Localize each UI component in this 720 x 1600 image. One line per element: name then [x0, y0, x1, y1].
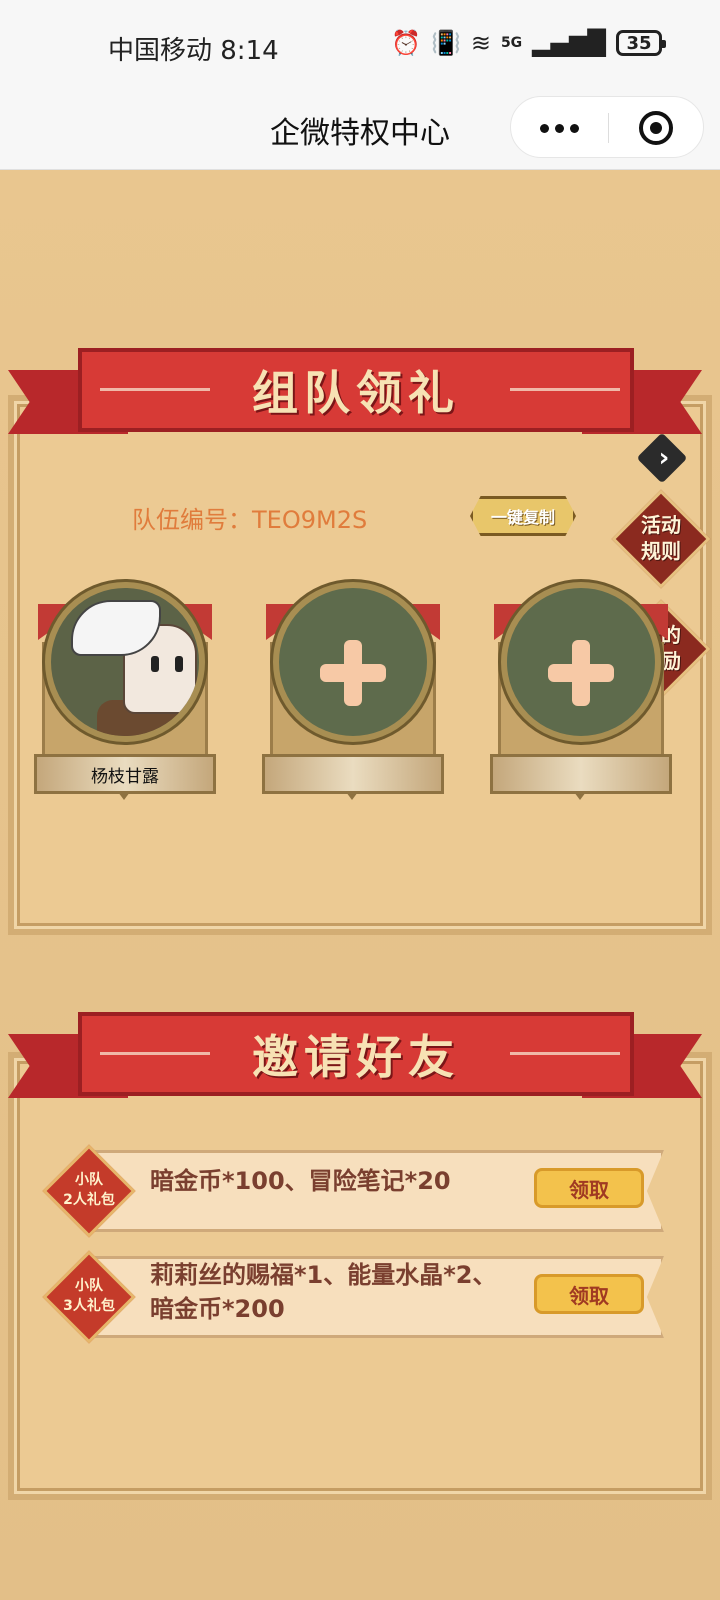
reward-description-line-2: 暗金币*200	[150, 1295, 285, 1323]
badge-line-2: 2人礼包	[63, 1192, 115, 1208]
ribbon-deco-left	[100, 388, 210, 391]
reward-row-2-person: 小队 2人礼包 暗金币*100、冒险笔记*20 领取	[42, 1142, 664, 1238]
avatar	[45, 582, 205, 742]
reward-badge: 小队 3人礼包	[42, 1250, 136, 1344]
team-title-ribbon: 组队领礼	[0, 348, 720, 448]
close-icon[interactable]	[639, 111, 673, 145]
team-section-title: 组队领礼	[252, 366, 460, 420]
member-slot-1: 杨枝甘露	[30, 582, 220, 802]
invite-section-title: 邀请好友	[252, 1030, 460, 1084]
battery-level: 35	[626, 32, 652, 54]
wifi-icon: ≋	[470, 29, 491, 57]
badge-line-1: 小队	[75, 1278, 103, 1294]
claim-button[interactable]: 领取	[534, 1274, 644, 1314]
member-name-plate	[490, 754, 672, 794]
ribbon-deco-right	[510, 388, 620, 391]
mini-program-capsule	[510, 96, 704, 158]
rules-button[interactable]: 活动 规则	[611, 489, 711, 589]
capsule-divider	[608, 113, 609, 143]
badge-line-1: 小队	[75, 1172, 103, 1188]
avatar-eye-left	[151, 656, 159, 672]
network-type: 5G	[500, 35, 523, 51]
team-id: 队伍编号：TEO9M2S	[132, 506, 368, 534]
claim-button[interactable]: 领取	[534, 1168, 644, 1208]
plus-icon-vertical[interactable]	[344, 640, 362, 706]
more-icon[interactable]	[511, 97, 607, 159]
reward-description: 莉莉丝的赐福*1、能量水晶*2、 暗金币*200	[150, 1258, 530, 1326]
status-bar: 中国移动 8:14 ⏰ 📳 ≋ 5G ▂▄▆█ 35	[0, 0, 720, 92]
title-bar: 企微特权中心	[0, 92, 720, 170]
member-name: 杨枝甘露	[91, 766, 159, 787]
member-name-plate: 杨枝甘露	[34, 754, 216, 794]
status-icons: ⏰ 📳 ≋ 5G ▂▄▆█ 35	[391, 29, 666, 57]
name-plate-tip	[574, 792, 586, 800]
vibrate-icon: 📳	[430, 29, 461, 57]
rules-button-label: 活动 规则	[641, 513, 681, 563]
ribbon-deco-left	[100, 1052, 210, 1055]
reward-badge-text: 小队 2人礼包	[44, 1170, 134, 1210]
avatar-eye-right	[175, 656, 183, 672]
name-plate-tip	[118, 792, 130, 800]
alarm-icon: ⏰	[391, 29, 421, 57]
reward-description-line-1: 莉莉丝的赐福*1、能量水晶*2、	[150, 1261, 497, 1289]
reward-badge: 小队 2人礼包	[42, 1144, 136, 1238]
name-plate-tip	[346, 792, 358, 800]
copy-button[interactable]: 一键复制	[470, 496, 576, 536]
chevron-right-icon[interactable]: ›	[652, 440, 676, 476]
carrier-time: 中国移动 8:14	[108, 36, 279, 66]
reward-description: 暗金币*100、冒险笔记*20	[150, 1167, 451, 1195]
member-name-plate	[262, 754, 444, 794]
member-slot-3[interactable]	[486, 582, 676, 802]
reward-badge-text: 小队 3人礼包	[44, 1276, 134, 1316]
signal-icon: ▂▄▆█	[532, 29, 606, 57]
badge-line-2: 3人礼包	[63, 1298, 115, 1314]
invite-title-ribbon: 邀请好友	[0, 1012, 720, 1112]
member-slot-2[interactable]	[258, 582, 448, 802]
ribbon-deco-right	[510, 1052, 620, 1055]
plus-icon-vertical[interactable]	[572, 640, 590, 706]
reward-row-3-person: 小队 3人礼包 莉莉丝的赐福*1、能量水晶*2、 暗金币*200 领取	[42, 1248, 664, 1344]
battery-icon: 35	[616, 30, 666, 56]
